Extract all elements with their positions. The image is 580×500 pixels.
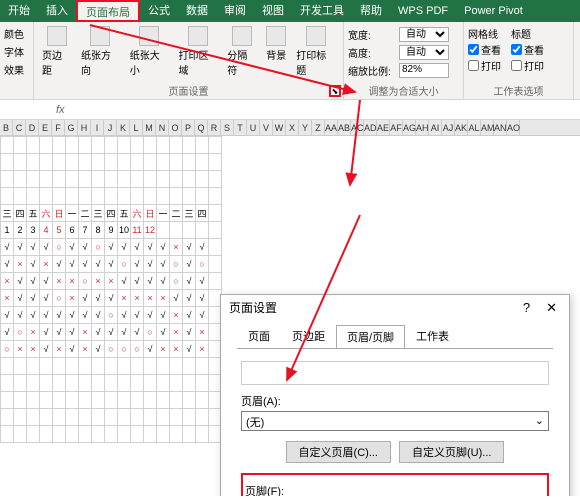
tab-help[interactable]: 帮助 — [352, 0, 390, 22]
gridlines-print-chk[interactable]: 打印 — [468, 58, 501, 73]
col-header[interactable]: Q — [195, 120, 208, 135]
col-header[interactable]: AA — [325, 120, 338, 135]
fonts-btn[interactable]: 字体 — [4, 44, 29, 59]
col-header[interactable]: F — [52, 120, 65, 135]
tab-powerpivot[interactable]: Power Pivot — [456, 0, 531, 22]
dialog-close-icon[interactable]: ✕ — [542, 300, 561, 316]
col-header[interactable]: L — [130, 120, 143, 135]
col-header[interactable]: G — [65, 120, 78, 135]
col-header[interactable]: O — [169, 120, 182, 135]
col-header[interactable]: V — [260, 120, 273, 135]
sheet-area: 三四五六日一二三四五六日一二三四123456789101112√√√√○√√○√… — [0, 136, 580, 496]
dialog-help-icon[interactable]: ? — [519, 300, 534, 316]
col-header[interactable]: AB — [338, 120, 351, 135]
dtab-sheet[interactable]: 工作表 — [405, 324, 460, 348]
col-header[interactable]: I — [91, 120, 104, 135]
dialog-title: 页面设置 — [229, 299, 277, 316]
col-header[interactable]: K — [117, 120, 130, 135]
col-header[interactable]: M — [143, 120, 156, 135]
headings-title: 标题 — [511, 26, 544, 41]
width-select[interactable]: 自动 — [399, 27, 449, 42]
size-icon — [139, 26, 159, 46]
width-label: 宽度: — [348, 27, 396, 42]
effects-btn[interactable]: 效果 — [4, 62, 29, 77]
dialog-tabs: 页面 页边距 页眉/页脚 工作表 — [221, 320, 569, 348]
tab-wps[interactable]: WPS PDF — [390, 0, 456, 22]
page-setup-label: 页面设置 — [34, 83, 343, 98]
col-header[interactable]: AL — [468, 120, 481, 135]
col-header[interactable]: D — [26, 120, 39, 135]
breaks-icon — [232, 26, 252, 46]
col-header[interactable]: B — [0, 120, 13, 135]
height-label: 高度: — [348, 45, 396, 60]
print-area-icon — [188, 26, 208, 46]
col-header[interactable]: Z — [312, 120, 325, 135]
scale-label: 缩放比例: — [348, 63, 396, 78]
worksheet-grid[interactable]: 三四五六日一二三四五六日一二三四123456789101112√√√√○√√○√… — [0, 136, 222, 443]
col-header[interactable]: AI — [429, 120, 442, 135]
col-header[interactable]: W — [273, 120, 286, 135]
tab-dev[interactable]: 开发工具 — [292, 0, 352, 22]
col-header[interactable]: C — [13, 120, 26, 135]
tab-page-layout[interactable]: 页面布局 — [76, 0, 140, 22]
tab-formula[interactable]: 公式 — [140, 0, 178, 22]
col-header[interactable]: AC — [351, 120, 364, 135]
formula-bar: fx — [0, 100, 580, 120]
col-header[interactable]: AH — [416, 120, 429, 135]
col-header[interactable]: AD — [364, 120, 377, 135]
ribbon-content: 颜色 字体 效果 页边距 纸张方向 纸张大小 打印区域 分隔符 背景 打印标题 … — [0, 22, 580, 100]
header-preview — [241, 361, 549, 385]
col-header[interactable]: AN — [494, 120, 507, 135]
height-select[interactable]: 自动 — [399, 45, 449, 60]
col-header[interactable]: AJ — [442, 120, 455, 135]
dtab-margins[interactable]: 页边距 — [281, 324, 336, 348]
col-header[interactable]: X — [286, 120, 299, 135]
fx-icon[interactable]: fx — [50, 104, 71, 116]
col-header[interactable]: E — [39, 120, 52, 135]
col-header[interactable]: T — [234, 120, 247, 135]
page-setup-launcher[interactable]: ⬊ — [329, 85, 341, 97]
custom-header-button[interactable]: 自定义页眉(C)... — [286, 441, 391, 463]
scale-group-label: 调整为合适大小 — [344, 83, 463, 98]
page-setup-dialog: 页面设置 ? ✕ 页面 页边距 页眉/页脚 工作表 页眉(A): (无)⌄ 自定… — [220, 294, 570, 496]
col-header[interactable]: AF — [390, 120, 403, 135]
col-header[interactable]: N — [156, 120, 169, 135]
tab-data[interactable]: 数据 — [178, 0, 216, 22]
custom-footer-button[interactable]: 自定义页脚(U)... — [399, 441, 504, 463]
gridlines-view-chk[interactable]: 查看 — [468, 42, 501, 57]
dtab-header-footer[interactable]: 页眉/页脚 — [336, 325, 405, 349]
footer-label: 页脚(F): — [245, 483, 545, 496]
headings-print-chk[interactable]: 打印 — [511, 58, 544, 73]
col-header[interactable]: U — [247, 120, 260, 135]
tab-insert[interactable]: 插入 — [38, 0, 76, 22]
background-icon — [266, 26, 286, 46]
column-headers: BCDEFGHIJKLMNOPQRSTUVWXYZAAABACADAEAFAGA… — [0, 120, 580, 136]
margins-icon — [47, 26, 67, 46]
header-label: 页眉(A): — [241, 393, 549, 409]
ribbon-tabs: 开始 插入 页面布局 公式 数据 审阅 视图 开发工具 帮助 WPS PDF P… — [0, 0, 580, 22]
tab-home[interactable]: 开始 — [0, 0, 38, 22]
scale-value[interactable]: 82% — [399, 63, 449, 78]
col-header[interactable]: P — [182, 120, 195, 135]
col-header[interactable]: AE — [377, 120, 390, 135]
dtab-page[interactable]: 页面 — [237, 324, 281, 348]
tab-review[interactable]: 审阅 — [216, 0, 254, 22]
sheet-options-label: 工作表选项 — [464, 83, 573, 98]
orientation-icon — [90, 26, 110, 46]
col-header[interactable]: AK — [455, 120, 468, 135]
col-header[interactable]: AO — [507, 120, 520, 135]
col-header[interactable]: J — [104, 120, 117, 135]
tab-view[interactable]: 视图 — [254, 0, 292, 22]
col-header[interactable]: S — [221, 120, 234, 135]
col-header[interactable]: Y — [299, 120, 312, 135]
col-header[interactable]: H — [78, 120, 91, 135]
colors-btn[interactable]: 颜色 — [4, 26, 29, 41]
gridlines-title: 网格线 — [468, 26, 501, 41]
col-header[interactable]: AG — [403, 120, 416, 135]
col-header[interactable]: R — [208, 120, 221, 135]
headings-view-chk[interactable]: 查看 — [511, 42, 544, 57]
header-select[interactable]: (无)⌄ — [241, 411, 549, 431]
col-header[interactable]: AM — [481, 120, 494, 135]
print-titles-icon — [306, 26, 326, 46]
